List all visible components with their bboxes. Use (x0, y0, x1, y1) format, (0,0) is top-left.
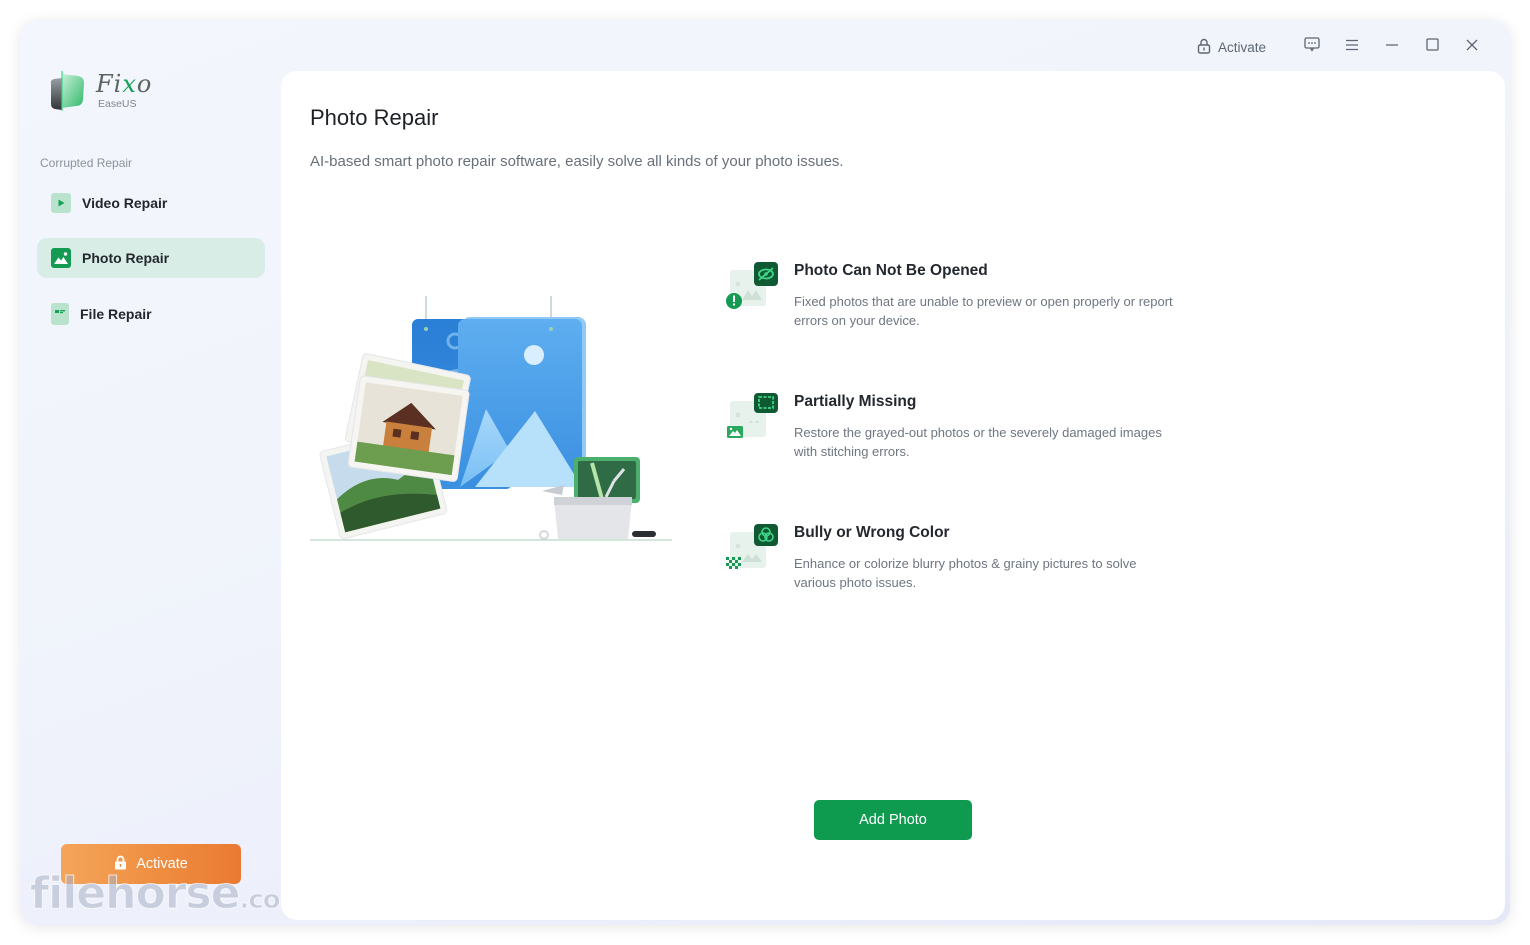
feature-photo-cannot-open: Photo Can Not Be Opened Fixed photos tha… (724, 262, 1184, 352)
page-title: Photo Repair (310, 105, 439, 130)
menu-icon (1345, 38, 1359, 56)
app-name: Fixo (96, 70, 153, 98)
titlebar-activate-button[interactable]: Activate (1197, 38, 1266, 57)
color-circles-icon (724, 524, 780, 580)
add-photo-button[interactable]: Add Photo (814, 800, 972, 840)
sidebar: Fixo EaseUS Corrupted Repair Video Repai… (20, 20, 307, 925)
minimize-button[interactable] (1372, 34, 1412, 60)
sidebar-item-photo-repair[interactable]: Photo Repair (37, 238, 265, 278)
maximize-button[interactable] (1412, 34, 1452, 60)
photo-repair-illustration (310, 291, 672, 551)
feedback-icon (1304, 37, 1320, 57)
feature-title: Bully or Wrong Color (794, 524, 950, 541)
feature-wrong-color: Bully or Wrong Color Enhance or colorize… (724, 524, 1184, 614)
feature-title: Photo Can Not Be Opened (794, 262, 988, 279)
feature-title: Partially Missing (794, 393, 917, 410)
minimize-icon (1385, 38, 1399, 56)
app-window: Activate Fixo EaseUS Corrupted Repair Vi… (20, 20, 1510, 925)
app-logo: Fixo EaseUS (48, 70, 152, 112)
crop-frame-icon (724, 393, 780, 449)
app-vendor: EaseUS (98, 98, 137, 110)
feature-description: Enhance or colorize blurry photos & grai… (794, 556, 1137, 590)
close-icon (1466, 38, 1478, 56)
photo-icon (51, 248, 71, 268)
main-panel: Photo Repair AI-based smart photo repair… (281, 71, 1505, 920)
page-subtitle: AI-based smart photo repair software, ea… (310, 153, 844, 170)
sidebar-item-label: File Repair (80, 306, 152, 322)
sidebar-item-video-repair[interactable]: Video Repair (37, 183, 265, 223)
sidebar-item-file-repair[interactable]: File Repair (37, 294, 265, 334)
section-label-corrupted-repair: Corrupted Repair (40, 156, 133, 170)
sidebar-item-label: Video Repair (82, 195, 168, 211)
video-icon (51, 193, 71, 213)
feedback-button[interactable] (1292, 34, 1332, 60)
sidebar-item-label: Photo Repair (82, 250, 170, 266)
feature-description: Restore the grayed-out photos or the sev… (794, 425, 1162, 459)
menu-button[interactable] (1332, 34, 1372, 60)
hidden-eye-icon (724, 262, 780, 318)
feature-description: Fixed photos that are unable to preview … (794, 294, 1173, 328)
title-bar: Activate (1197, 34, 1492, 60)
lock-icon (1197, 38, 1211, 57)
close-button[interactable] (1452, 34, 1492, 60)
maximize-icon (1425, 38, 1439, 56)
watermark: filehorse.com (29, 868, 307, 920)
feature-partially-missing: Partially Missing Restore the grayed-out… (724, 393, 1184, 483)
file-icon (51, 303, 69, 325)
fixo-logo-icon (48, 70, 88, 112)
titlebar-activate-label: Activate (1217, 39, 1266, 55)
